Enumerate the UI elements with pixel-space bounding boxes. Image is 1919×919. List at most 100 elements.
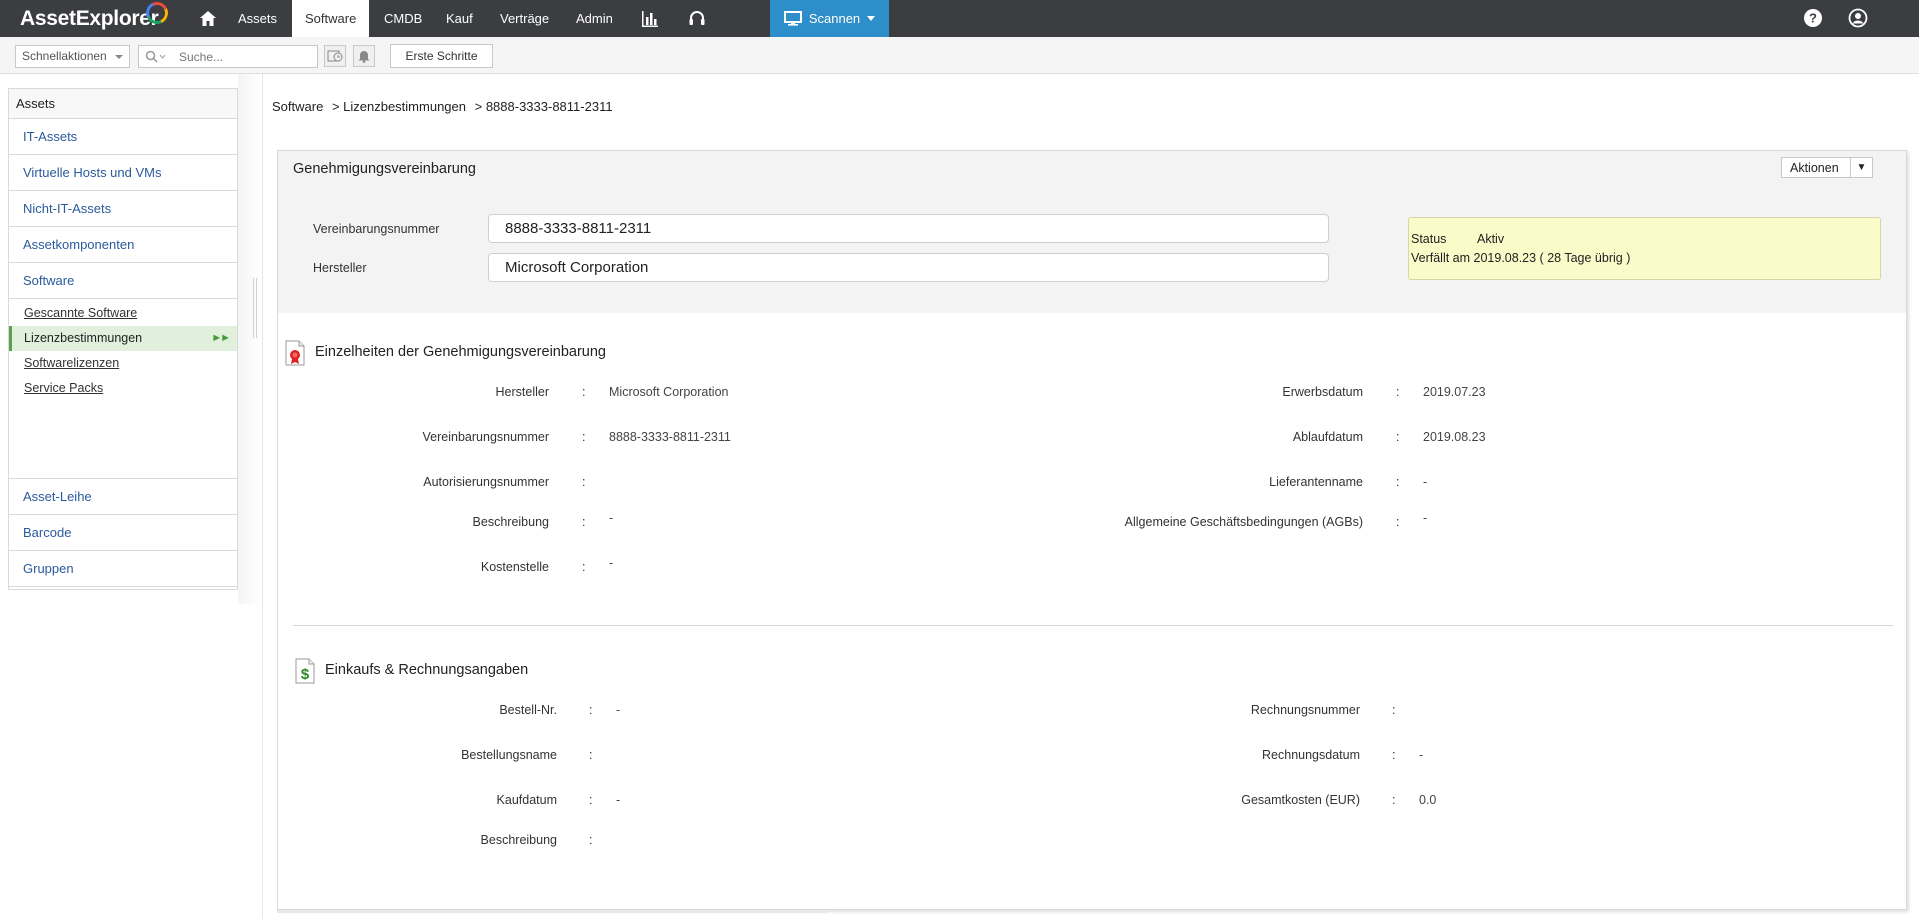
colon: : [1392,793,1396,807]
manufacturer-label: Hersteller [313,261,367,275]
app-logo[interactable]: AssetExplorer [20,0,171,34]
quick-actions-label: Schnellaktionen [22,49,107,63]
sidebar-item-asset-components[interactable]: Assetkomponenten [9,227,237,263]
status-box: Status Aktiv Verfällt am 2019.08.23 ( 28… [1408,217,1881,280]
actions-button-label: Aktionen [1790,160,1839,175]
detail-value-terms: - [1423,511,1428,525]
colon: : [1396,430,1400,444]
detail-value-vendor-name: - [1423,475,1428,489]
monitor-icon [783,11,802,26]
svg-text:$: $ [301,666,310,683]
chevron-down-icon[interactable]: ▼ [1850,158,1872,177]
double-arrow-right-icon: ►► [211,332,231,344]
sidebar-item-groups[interactable]: Gruppen [9,551,237,587]
breadcrumb: Software > Lizenzbestimmungen > 8888-333… [272,99,618,114]
detail-value-acquisition-date: 2019.07.23 [1423,385,1486,399]
detail-label-manufacturer: Hersteller [495,385,550,399]
colon: : [589,833,593,847]
purchase-value-total-cost: 0.0 [1419,793,1437,807]
nav-vertraege[interactable]: Verträge [488,0,561,37]
first-steps-button[interactable]: Erste Schritte [390,44,493,68]
sidebar-item-it-assets[interactable]: IT-Assets [9,119,237,155]
colon: : [582,515,586,529]
card-title: Genehmigungsvereinbarung [293,161,476,177]
sidebar-resize-handle[interactable] [253,278,257,338]
svg-text:?: ? [1809,11,1817,26]
breadcrumb-software[interactable]: Software [272,99,323,114]
purchase-label-description: Beschreibung [480,833,557,847]
colon: : [582,560,586,574]
invoice-dollar-icon: $ [294,658,316,684]
detail-value-expiry-date: 2019.08.23 [1423,430,1486,444]
sidebar-item-asset-loan[interactable]: Asset-Leihe [9,479,237,515]
agreement-number-field[interactable]: 8888-3333-8811-2311 [488,214,1329,243]
scan-button[interactable]: Scannen [770,0,889,37]
detail-label-terms: Allgemeine Geschäftsbedingungen (AGBs) [1124,515,1363,529]
detail-label-acquisition-date: Erwerbsdatum [1282,385,1363,399]
chevron-down-icon [115,55,123,59]
search-box[interactable] [138,45,318,68]
colon: : [589,793,593,807]
nav-admin[interactable]: Admin [564,0,625,37]
support-headset-icon[interactable] [679,0,715,37]
status-label: Status [1411,232,1447,246]
detail-label-agreement-number: Vereinbarungsnummer [422,430,549,444]
detail-label-vendor-name: Lieferantenname [1269,475,1363,489]
sidebar-shadow [238,74,260,604]
detail-label-expiry-date: Ablaufdatum [1292,430,1363,444]
purchase-value-order-number: - [616,703,621,717]
sidebar-item-non-it-assets[interactable]: Nicht-IT-Assets [9,191,237,227]
nav-software[interactable]: Software [292,0,370,37]
breadcrumb-current: > 8888-3333-8811-2311 [474,99,613,114]
card-bottom-shadow [277,910,827,913]
nav-cmdb[interactable]: CMDB [372,0,434,37]
search-input[interactable] [177,48,313,65]
purchase-label-order-name: Bestellungsname [461,748,557,762]
chevron-down-icon [867,16,876,21]
scan-button-label: Scannen [808,11,861,26]
purchase-value-invoice-date: - [1419,748,1424,762]
bell-icon[interactable] [353,45,375,67]
sidebar-item-software[interactable]: Software [9,263,237,299]
colon: : [1392,748,1396,762]
colon: : [582,475,586,489]
sidebar-subitem-scanned-software[interactable]: Gescannte Software [9,301,237,326]
manufacturer-field[interactable]: Microsoft Corporation [488,253,1329,282]
reports-icon[interactable] [632,0,668,37]
sidebar-subitem-service-packs[interactable]: Service Packs [9,376,237,401]
history-icon[interactable] [324,45,346,67]
status-value: Aktiv [1477,232,1505,246]
sidebar-item-barcode[interactable]: Barcode [9,515,237,551]
detail-value-agreement-number: 8888-3333-8811-2311 [609,430,731,444]
breadcrumb-license-agreements[interactable]: > Lizenzbestimmungen [332,99,466,114]
agreement-number-label: Vereinbarungsnummer [313,222,440,236]
sidebar: Assets IT-Assets Virtuelle Hosts und VMs… [8,88,238,590]
sidebar-item-virtual-hosts[interactable]: Virtuelle Hosts und VMs [9,155,237,191]
purchase-value-purchase-date: - [616,793,621,807]
quick-actions-select[interactable]: Schnellaktionen [15,45,130,68]
colon: : [1392,703,1396,717]
colon: : [589,703,593,717]
help-icon[interactable]: ? [1803,8,1823,28]
purchase-label-order-number: Bestell-Nr. [499,703,557,717]
detail-value-cost-center: - [609,556,614,570]
sidebar-subitem-software-licenses[interactable]: Softwarelizenzen [9,351,237,376]
nav-assets[interactable]: Assets [226,0,289,37]
sidebar-software-submenu: Gescannte Software Lizenzbestimmungen ►►… [9,299,237,479]
search-icon [145,50,167,66]
purchase-label-invoice-number: Rechnungsnummer [1250,703,1360,717]
colon: : [582,430,586,444]
expiry-text: Verfällt am 2019.08.23 ( 28 Tage übrig ) [1411,251,1631,265]
colon: : [1396,515,1400,529]
nav-kauf[interactable]: Kauf [434,0,485,37]
detail-label-description: Beschreibung [472,515,549,529]
home-icon[interactable] [190,0,226,37]
sidebar-header: Assets [9,89,237,119]
top-navigation-bar: AssetExplorer Assets Software CMDB Kauf … [0,0,1919,37]
sidebar-subitem-license-agreements[interactable]: Lizenzbestimmungen ►► [9,326,237,351]
actions-button[interactable]: Aktionen ▼ [1781,157,1873,178]
user-profile-icon[interactable] [1848,8,1868,28]
detail-value-description: - [609,511,614,525]
purchase-label-total-cost: Gesamtkosten (EUR) [1241,793,1360,807]
certificate-icon [284,340,306,366]
